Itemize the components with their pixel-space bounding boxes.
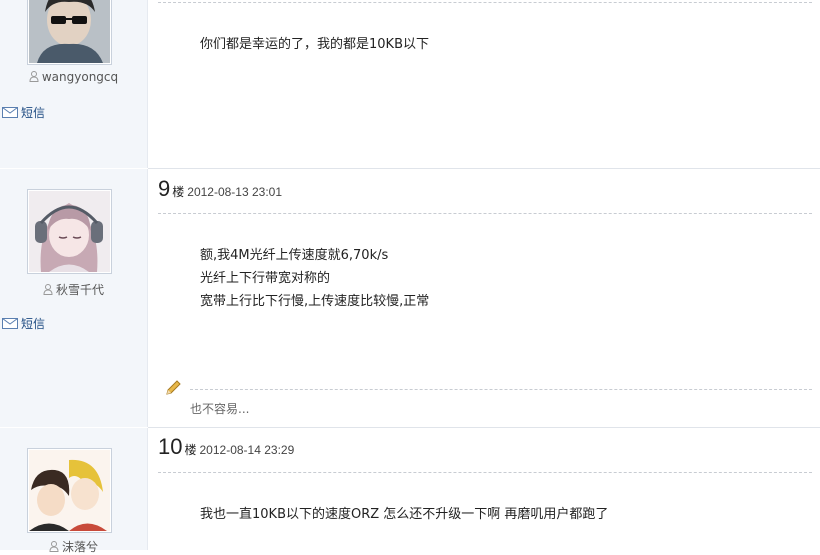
- author-sidebar: 沫落兮: [0, 428, 148, 554]
- floor-number: 9: [158, 176, 171, 201]
- divider: [158, 2, 812, 3]
- username[interactable]: wangyongcq: [0, 70, 147, 84]
- username-text: wangyongcq: [41, 70, 119, 84]
- post-main: 10 楼 2012-08-14 23:29 我也一直10KB以下的速度ORZ 怎么还…: [148, 428, 820, 550]
- author-sidebar: 秋雪千代 短信: [0, 169, 148, 427]
- avatar[interactable]: [27, 189, 112, 274]
- signature: 也不容易...: [190, 402, 250, 416]
- post-item: 秋雪千代 短信 9 楼 2012-08-13 23:01 额,我4M光纤上传速度就6…: [0, 169, 820, 427]
- avatar[interactable]: [27, 448, 112, 533]
- content-line: 宽带上行比下行慢,上传速度比较慢,正常: [200, 294, 430, 309]
- post-main: 你们都是幸运的了，我的都是10KB以下: [148, 0, 820, 168]
- sms-label: 短信: [21, 106, 46, 120]
- floor-number: 10: [158, 434, 183, 459]
- user-icon: [49, 541, 59, 552]
- pencil-icon: [166, 380, 181, 395]
- content-line: 额,我4M光纤上传速度就6,70k/s: [200, 248, 389, 263]
- post-timestamp: 2012-08-14 23:29: [199, 443, 295, 457]
- post-timestamp: 2012-08-13 23:01: [187, 185, 283, 199]
- username-text: 秋雪千代: [55, 283, 104, 297]
- content-line: 光纤上下行带宽对称的: [200, 271, 331, 286]
- sms-label: 短信: [21, 317, 46, 331]
- post-content: 你们都是幸运的了，我的都是10KB以下: [200, 33, 429, 56]
- floor-header: 9 楼 2012-08-13 23:01: [158, 176, 282, 202]
- floor-header: 10 楼 2012-08-14 23:29: [158, 434, 294, 460]
- content-line: 我也一直10KB以下的速度ORZ 怎么还不升级一下啊 再磨叽用户都跑了: [200, 507, 609, 522]
- post-content: 我也一直10KB以下的速度ORZ 怎么还不升级一下啊 再磨叽用户都跑了: [200, 503, 608, 526]
- post-item: 沫落兮 10 楼 2012-08-14 23:29 我也一直10KB以下的速度ORZ…: [0, 428, 820, 554]
- avatar[interactable]: [27, 0, 112, 65]
- envelope-icon: [2, 318, 18, 329]
- post-main: 9 楼 2012-08-13 23:01 额,我4M光纤上传速度就6,70k/s 光…: [148, 169, 820, 427]
- sms-link[interactable]: 短信: [2, 315, 45, 332]
- divider: [158, 213, 812, 214]
- author-sidebar: wangyongcq 短信: [0, 0, 148, 168]
- post-item: wangyongcq 短信 你们都是幸运的了，我的都是10KB以下: [0, 0, 820, 168]
- username-text: 沫落兮: [61, 540, 98, 554]
- post-content: 额,我4M光纤上传速度就6,70k/s 光纤上下行带宽对称的 宽带上行比下行慢,…: [200, 244, 429, 313]
- envelope-icon: [2, 107, 18, 118]
- username[interactable]: 秋雪千代: [0, 281, 147, 298]
- floor-unit: 楼: [172, 185, 185, 199]
- user-icon: [43, 284, 53, 295]
- username[interactable]: 沫落兮: [0, 538, 147, 555]
- floor-unit: 楼: [184, 443, 197, 457]
- content-line: 你们都是幸运的了，我的都是10KB以下: [200, 37, 429, 52]
- signature-divider: [190, 389, 812, 390]
- sms-link[interactable]: 短信: [2, 104, 45, 121]
- divider: [158, 472, 812, 473]
- user-icon: [29, 71, 39, 82]
